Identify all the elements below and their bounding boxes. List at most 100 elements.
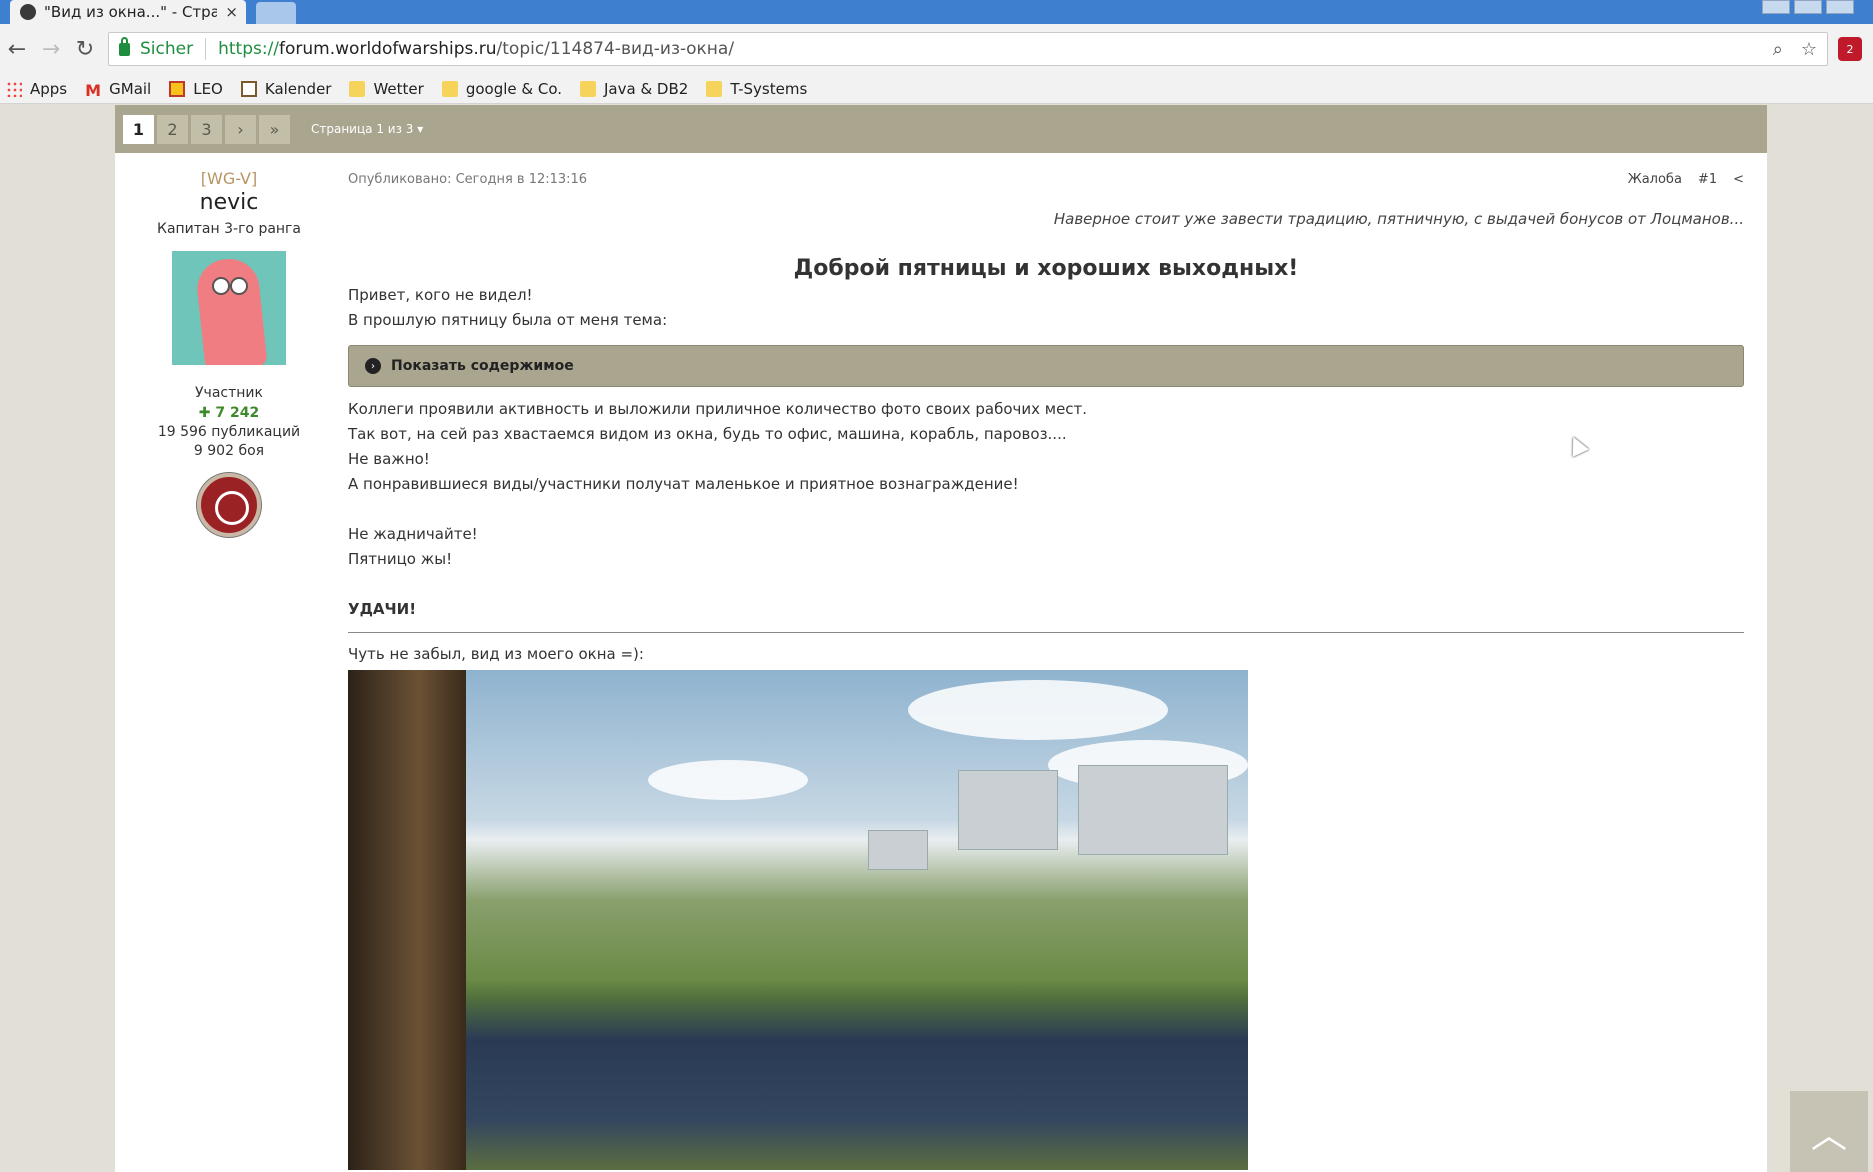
spoiler-toggle[interactable]: › Показать содержимое	[348, 345, 1744, 387]
bookmarks-bar: Apps M GMail LEO Kalender Wetter google &…	[0, 74, 1873, 104]
post-meta: Опубликовано: Сегодня в 12:13:16 Жалоба …	[348, 169, 1744, 189]
author-group: Участник	[195, 385, 263, 401]
bookmark-label: Wetter	[373, 79, 424, 98]
minimize-icon[interactable]	[1762, 0, 1790, 14]
forward-icon[interactable]: →	[34, 32, 68, 66]
page-2-button[interactable]: 2	[157, 114, 188, 144]
tab-close-icon[interactable]: ×	[225, 3, 238, 21]
zoom-icon[interactable]: ⌕	[1773, 39, 1783, 60]
bookmark-kalender[interactable]: Kalender	[240, 79, 332, 98]
folder-icon	[580, 80, 596, 97]
star-icon[interactable]: ☆	[1801, 39, 1817, 60]
clan-tag[interactable]: [WG-V]	[115, 169, 343, 188]
photo-caption: Чуть не забыл, вид из моего окна =):	[348, 645, 644, 663]
restore-icon[interactable]	[1794, 0, 1822, 14]
bookmark-apps[interactable]: Apps	[6, 80, 67, 98]
post-heading: Доброй пятницы и хороших выходных!	[793, 256, 1299, 281]
calendar-icon	[240, 80, 257, 97]
photo-building	[958, 770, 1058, 850]
omnibox-divider	[205, 38, 207, 60]
scroll-top-icon[interactable]: ︿	[1790, 1091, 1868, 1172]
share-icon[interactable]: <	[1733, 172, 1744, 187]
avatar-figure	[194, 256, 268, 365]
ublock-extension-icon[interactable]: 2	[1838, 37, 1862, 61]
bookmark-label: google & Co.	[465, 79, 562, 98]
url-scheme: https://	[218, 39, 280, 59]
url-host: forum.worldofwarships.ru	[279, 39, 497, 59]
secure-label: Sicher	[140, 39, 194, 59]
reputation-badge: ✚ 7 242	[198, 405, 260, 421]
avatar-eye-right	[230, 277, 248, 295]
apps-icon	[6, 80, 22, 97]
post-count: 19 596 публикаций	[157, 424, 301, 440]
post-date: Опубликовано: Сегодня в 12:13:16	[348, 171, 588, 187]
avatar-eye-left	[212, 277, 230, 295]
post-text: Коллеги проявили активность и выложили п…	[348, 400, 1088, 418]
bookmark-label: GMail	[109, 79, 152, 98]
bookmark-wetter[interactable]: Wetter	[349, 79, 424, 98]
address-bar[interactable]: Sicher https://forum.worldofwarships.ru/…	[108, 32, 1828, 66]
post-text: Пятницо жы!	[348, 550, 453, 568]
post-author-panel: [WG-V] nevic Капитан 3-го ранга Участник…	[115, 169, 343, 537]
post-text: Не жадничайте!	[348, 525, 478, 543]
bookmark-t-systems[interactable]: T-Systems	[706, 80, 807, 98]
bookmark-label: Kalender	[264, 79, 332, 98]
browser-tab-active[interactable]: "Вид из окна..." - Страни ×	[10, 0, 246, 24]
bookmark-label: Apps	[30, 79, 68, 98]
folder-icon	[349, 80, 366, 97]
bookmark-label: T-Systems	[730, 79, 808, 98]
post-text: Не важно!	[348, 450, 430, 468]
pagination-bar: 1 2 3 › » Страница 1 из 3 ▾	[115, 105, 1767, 153]
gmail-icon: M	[85, 80, 102, 100]
photo-building	[1078, 765, 1228, 855]
photo-cloud	[648, 760, 808, 800]
url-text[interactable]: https://forum.worldofwarships.ru/topic/1…	[218, 39, 734, 59]
page-jump-dropdown[interactable]: Страница 1 из 3 ▾	[311, 122, 423, 136]
photo-pillar	[348, 670, 466, 1170]
window-view-photo[interactable]	[348, 670, 1248, 1170]
chevron-right-icon: ›	[365, 358, 381, 374]
folder-icon	[441, 80, 458, 97]
volunteer-badge-icon	[197, 473, 261, 537]
browser-tab-inactive[interactable]	[256, 2, 296, 24]
back-icon[interactable]: ←	[0, 32, 34, 66]
post-text-bold: УДАЧИ!	[348, 600, 417, 618]
post-text: В прошлую пятницу была от меня тема:	[348, 311, 668, 329]
browser-tab-strip: "Вид из окна..." - Страни ×	[0, 0, 1873, 24]
reload-icon[interactable]: ↻	[68, 32, 102, 66]
warships-favicon-icon	[20, 4, 36, 20]
forum-content: 1 2 3 › » Страница 1 из 3 ▾ [WG-V] nevic…	[115, 105, 1767, 1172]
spoiler-label: Показать содержимое	[391, 358, 574, 374]
post-text: А понравившиеся виды/участники получат м…	[348, 475, 1019, 493]
author-name[interactable]: nevic	[115, 190, 343, 215]
page-margin-right	[1767, 105, 1873, 1172]
tab-title: "Вид из окна..." - Страни	[44, 3, 218, 21]
post-text: Так вот, на сей раз хвастаемся видом из …	[348, 425, 1067, 443]
post-tagline: Наверное стоит уже завести традицию, пят…	[1053, 210, 1744, 228]
leo-icon	[169, 80, 186, 97]
post-text: Привет, кого не видел!	[348, 286, 533, 304]
bookmark-google[interactable]: google & Co.	[441, 79, 562, 98]
lock-icon	[119, 36, 130, 56]
folder-icon	[706, 80, 723, 97]
page-3-button[interactable]: 3	[191, 114, 222, 144]
photo-building	[868, 830, 928, 870]
report-link[interactable]: Жалоба	[1628, 172, 1682, 187]
page-1-button[interactable]: 1	[123, 114, 154, 144]
bookmark-gmail[interactable]: M GMail	[85, 79, 152, 100]
close-window-icon[interactable]	[1826, 0, 1854, 14]
photo-cloud	[908, 680, 1168, 740]
divider	[348, 632, 1744, 633]
page-margin-left	[0, 105, 115, 1172]
post-body: Опубликовано: Сегодня в 12:13:16 Жалоба …	[348, 169, 1744, 1170]
bookmark-leo[interactable]: LEO	[169, 80, 223, 98]
bookmark-java-db2[interactable]: Java & DB2	[580, 80, 688, 98]
post-number-link[interactable]: #1	[1698, 172, 1717, 187]
bookmark-label: LEO	[193, 79, 223, 98]
bookmark-label: Java & DB2	[604, 79, 689, 98]
avatar[interactable]	[172, 251, 286, 365]
battle-count: 9 902 боя	[193, 443, 265, 459]
url-path: /topic/114874-вид-из-окна/	[496, 39, 735, 59]
last-page-button[interactable]: »	[259, 114, 290, 144]
next-page-button[interactable]: ›	[225, 114, 256, 144]
